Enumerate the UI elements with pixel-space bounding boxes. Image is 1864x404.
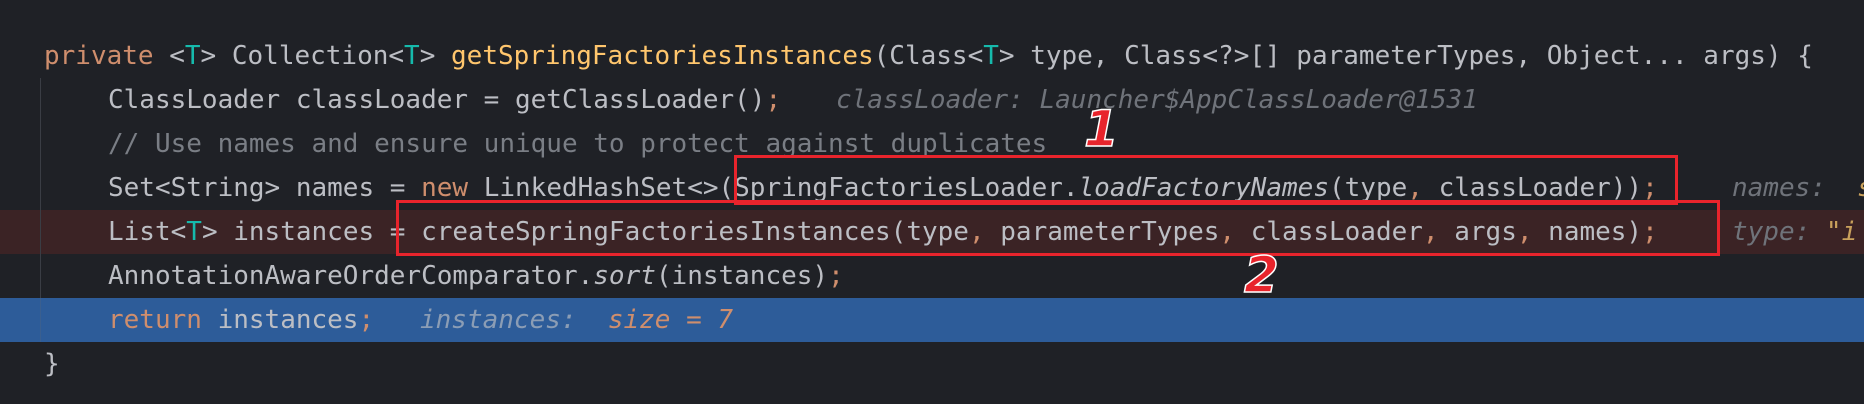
debug-hint-label: instances:: [420, 305, 608, 335]
type-param-T: T: [186, 217, 202, 247]
debug-hint-value: size = 7: [607, 305, 734, 335]
code-line-6-content: AnnotationAwareOrderComparator.sort(inst…: [108, 254, 844, 298]
inline-debug-value-instances: instances: size = 7: [420, 298, 733, 342]
debug-hint-value: s: [1857, 173, 1864, 203]
code-line-1[interactable]: private <T> Collection<T> getSpringFacto…: [0, 34, 1864, 78]
annotation-box-2: [396, 200, 1720, 256]
statement-classloader: ClassLoader classLoader = getClassLoader…: [108, 85, 766, 115]
params-open: (Class<: [873, 41, 984, 71]
code-editor[interactable]: private <T> Collection<T> getSpringFacto…: [0, 0, 1864, 404]
type-param-open: <: [153, 41, 185, 71]
inline-debug-value-names: names: s: [1732, 166, 1864, 210]
keyword-private: private: [44, 41, 154, 71]
semicolon: ;: [828, 261, 844, 291]
return-value: instances: [201, 305, 359, 335]
annotation-label-2: 2: [1243, 246, 1279, 304]
debug-hint-label: type:: [1732, 217, 1826, 247]
annotation-label-1: 1: [1083, 100, 1119, 158]
semicolon: ;: [358, 305, 375, 335]
return-type-close: >: [419, 41, 452, 71]
names-declaration: Set<String> names =: [108, 173, 422, 203]
debug-hint-label: names:: [1732, 173, 1858, 203]
indent-guide: [40, 166, 41, 210]
list-type: List<: [108, 217, 187, 247]
type-param-T: T: [184, 41, 201, 71]
keyword-return: return: [108, 305, 202, 335]
debug-hint-value: "i: [1825, 217, 1858, 247]
code-line-7-current[interactable]: return instances; instances: size = 7: [0, 298, 1864, 342]
indent-guide: [40, 122, 41, 166]
type-param-T: T: [983, 41, 999, 71]
indent-guide: [40, 78, 41, 122]
sort-args: (instances): [655, 261, 829, 291]
inline-debug-value-classloader: classLoader: Launcher$AppClassLoader@153…: [836, 85, 1478, 115]
params-rest: > type, Class<?>[] parameterTypes, Objec…: [998, 41, 1813, 71]
code-line-1-content: private <T> Collection<T> getSpringFacto…: [44, 34, 1813, 78]
method-name-declaration[interactable]: getSpringFactoriesInstances: [451, 41, 874, 71]
indent-guide: [40, 254, 41, 298]
closing-brace: }: [44, 349, 60, 379]
semicolon: ;: [765, 85, 782, 115]
comparator-class: AnnotationAwareOrderComparator.: [108, 261, 594, 291]
keyword-new: new: [421, 173, 469, 203]
indent-guide: [40, 210, 41, 254]
code-line-2[interactable]: ClassLoader classLoader = getClassLoader…: [0, 78, 1864, 122]
code-line-8[interactable]: }: [0, 342, 1864, 386]
code-line-7-content: return instances;: [108, 298, 374, 342]
method-sort[interactable]: sort: [593, 261, 656, 291]
code-line-6[interactable]: AnnotationAwareOrderComparator.sort(inst…: [0, 254, 1864, 298]
return-type: > Collection<: [200, 41, 405, 71]
code-line-2-content: ClassLoader classLoader = getClassLoader…: [108, 78, 781, 122]
inline-debug-value-type: type: "i: [1732, 210, 1857, 254]
indent-guide: [40, 298, 41, 342]
type-param-T: T: [404, 41, 420, 71]
annotation-box-1: [734, 155, 1678, 205]
